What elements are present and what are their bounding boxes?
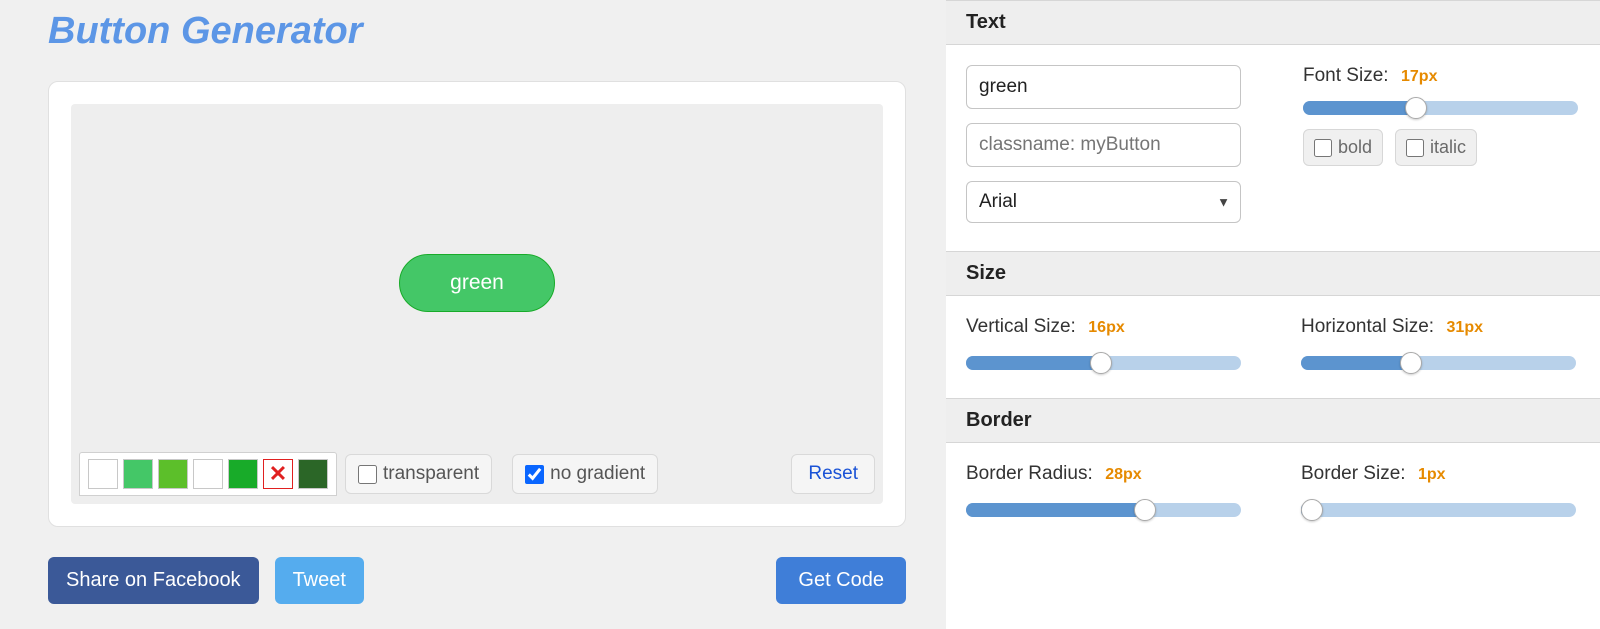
border-size-slider-thumb[interactable] [1301,499,1323,521]
vertical-size-row: Vertical Size: 16px [966,316,1241,338]
horizontal-size-value: 31px [1447,319,1483,336]
border-size-label: Border Size: [1301,463,1406,484]
share-facebook-button[interactable]: Share on Facebook [48,557,259,604]
option-chunks: transparent no gradient [345,454,658,494]
border-radius-row: Border Radius: 28px [966,463,1241,485]
right-column: Text Arial ▼ Font Size: 17px bold [946,0,1600,629]
bold-label: bold [1338,137,1372,158]
border-radius-slider[interactable] [966,503,1241,517]
section-heading-size: Size [946,251,1600,296]
vertical-size-slider-fill [966,356,1101,370]
swatch-7[interactable] [298,459,328,489]
transparent-option[interactable]: transparent [345,454,492,494]
nogradient-checkbox[interactable] [525,465,544,484]
italic-chip[interactable]: italic [1395,129,1477,166]
font-size-row: Font Size: 17px [1303,65,1580,87]
vertical-size-col: Vertical Size: 16px [966,316,1241,370]
font-family-select[interactable]: Arial ▼ [966,181,1241,223]
border-size-col: Border Size: 1px [1301,463,1576,517]
font-family-value: Arial [967,182,1240,222]
nogradient-label: no gradient [550,463,645,485]
vertical-size-slider[interactable] [966,356,1241,370]
tweet-button[interactable]: Tweet [275,557,364,604]
section-border-body: Border Radius: 28px Border Size: 1px [946,443,1600,545]
nogradient-option[interactable]: no gradient [512,454,658,494]
color-swatches: ✕ [79,452,337,496]
vertical-size-value: 16px [1088,319,1124,336]
chevron-down-icon: ▼ [1217,195,1230,210]
preview-area: green ✕ transparent [71,104,883,504]
border-radius-slider-fill [966,503,1145,517]
bold-checkbox[interactable] [1314,139,1332,157]
bold-chip[interactable]: bold [1303,129,1383,166]
border-size-value: 1px [1418,466,1446,483]
border-size-slider[interactable] [1301,503,1576,517]
bold-italic-row: bold italic [1303,129,1580,166]
border-radius-slider-thumb[interactable] [1134,499,1156,521]
text-left-col: Arial ▼ [966,65,1243,223]
vertical-size-slider-thumb[interactable] [1090,352,1112,374]
reset-button[interactable]: Reset [791,454,875,494]
button-text-input[interactable] [966,65,1241,109]
horizontal-size-col: Horizontal Size: 31px [1301,316,1576,370]
classname-input[interactable] [966,123,1241,167]
swatch-bar: ✕ transparent no gradient Reset [79,452,875,496]
horizontal-size-slider-fill [1301,356,1411,370]
font-size-value: 17px [1401,68,1437,85]
horizontal-size-row: Horizontal Size: 31px [1301,316,1576,338]
font-size-slider[interactable] [1303,101,1578,115]
text-right-col: Font Size: 17px bold italic [1303,65,1580,223]
border-radius-col: Border Radius: 28px [966,463,1241,517]
section-text-body: Arial ▼ Font Size: 17px bold italic [946,45,1600,251]
swatch-3[interactable] [158,459,188,489]
preview-button[interactable]: green [399,254,555,312]
page-title: Button Generator [48,10,906,53]
italic-label: italic [1430,137,1466,158]
section-size-body: Vertical Size: 16px Horizontal Size: 31p… [946,296,1600,398]
preview-card: green ✕ transparent [48,81,906,527]
transparent-label: transparent [383,463,479,485]
horizontal-size-slider-thumb[interactable] [1400,352,1422,374]
border-size-row: Border Size: 1px [1301,463,1576,485]
border-radius-value: 28px [1105,466,1141,483]
x-icon: ✕ [269,461,287,487]
italic-checkbox[interactable] [1406,139,1424,157]
get-code-button[interactable]: Get Code [776,557,906,604]
section-heading-text: Text [946,0,1600,45]
share-row: Share on Facebook Tweet Get Code [48,557,906,604]
swatch-1[interactable] [88,459,118,489]
swatch-4[interactable] [193,459,223,489]
vertical-size-label: Vertical Size: [966,316,1076,337]
horizontal-size-slider[interactable] [1301,356,1576,370]
border-radius-label: Border Radius: [966,463,1093,484]
transparent-checkbox[interactable] [358,465,377,484]
swatch-none[interactable]: ✕ [263,459,293,489]
swatch-2[interactable] [123,459,153,489]
left-column: Button Generator green ✕ [0,0,946,629]
section-heading-border: Border [946,398,1600,443]
font-size-label: Font Size: [1303,65,1389,86]
font-size-slider-fill [1303,101,1416,115]
font-size-slider-thumb[interactable] [1405,97,1427,119]
horizontal-size-label: Horizontal Size: [1301,316,1434,337]
swatch-5[interactable] [228,459,258,489]
